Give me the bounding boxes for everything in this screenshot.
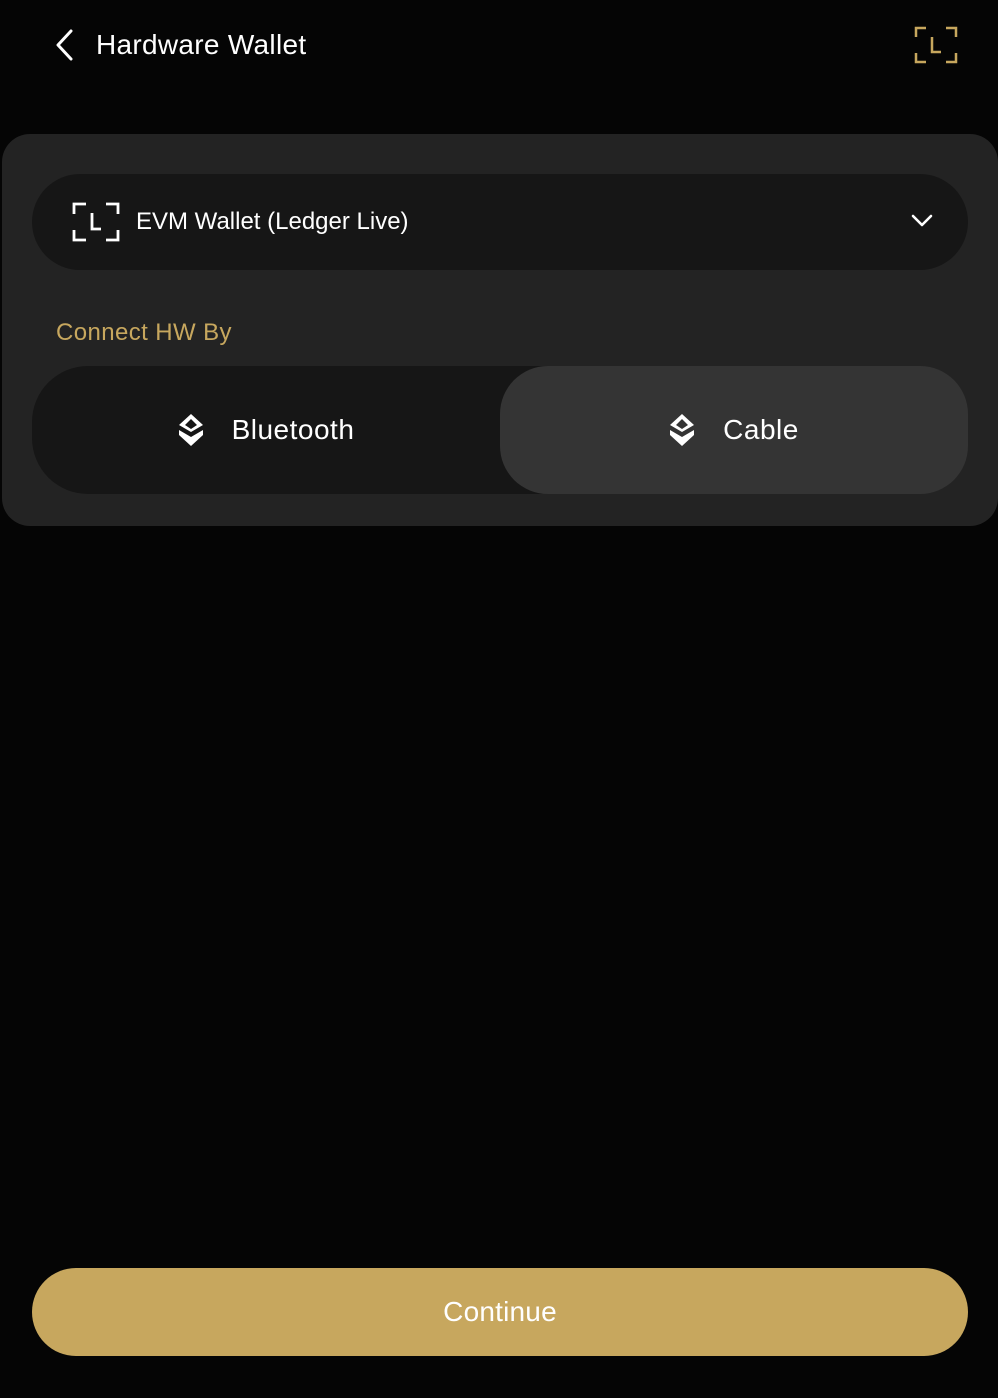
cable-label: Cable: [723, 414, 799, 445]
back-button[interactable]: [44, 25, 84, 65]
chevron-left-icon: [56, 29, 73, 61]
continue-button[interactable]: Continue: [32, 1268, 968, 1356]
bluetooth-label: Bluetooth: [231, 414, 355, 445]
page-title: Hardware Wallet: [96, 29, 307, 60]
ledger-icon: [72, 202, 120, 242]
continue-label: Continue: [443, 1296, 557, 1327]
connection-icon: [670, 414, 695, 446]
connection-card: EVM Wallet (Ledger Live) Connect HW By B…: [2, 134, 998, 526]
header: Hardware Wallet: [0, 0, 998, 92]
bluetooth-option[interactable]: Bluetooth: [32, 366, 500, 494]
connect-by-label: Connect HW By: [56, 319, 232, 346]
connection-method-selector: Bluetooth Cable: [32, 366, 968, 494]
wallet-select[interactable]: EVM Wallet (Ledger Live): [32, 174, 968, 270]
chevron-down-icon: [911, 214, 933, 227]
ledger-button[interactable]: [910, 22, 962, 68]
cable-option[interactable]: Cable: [500, 366, 968, 494]
connection-icon: [178, 414, 203, 446]
ledger-icon: [914, 26, 958, 64]
wallet-name: EVM Wallet (Ledger Live): [136, 208, 409, 235]
